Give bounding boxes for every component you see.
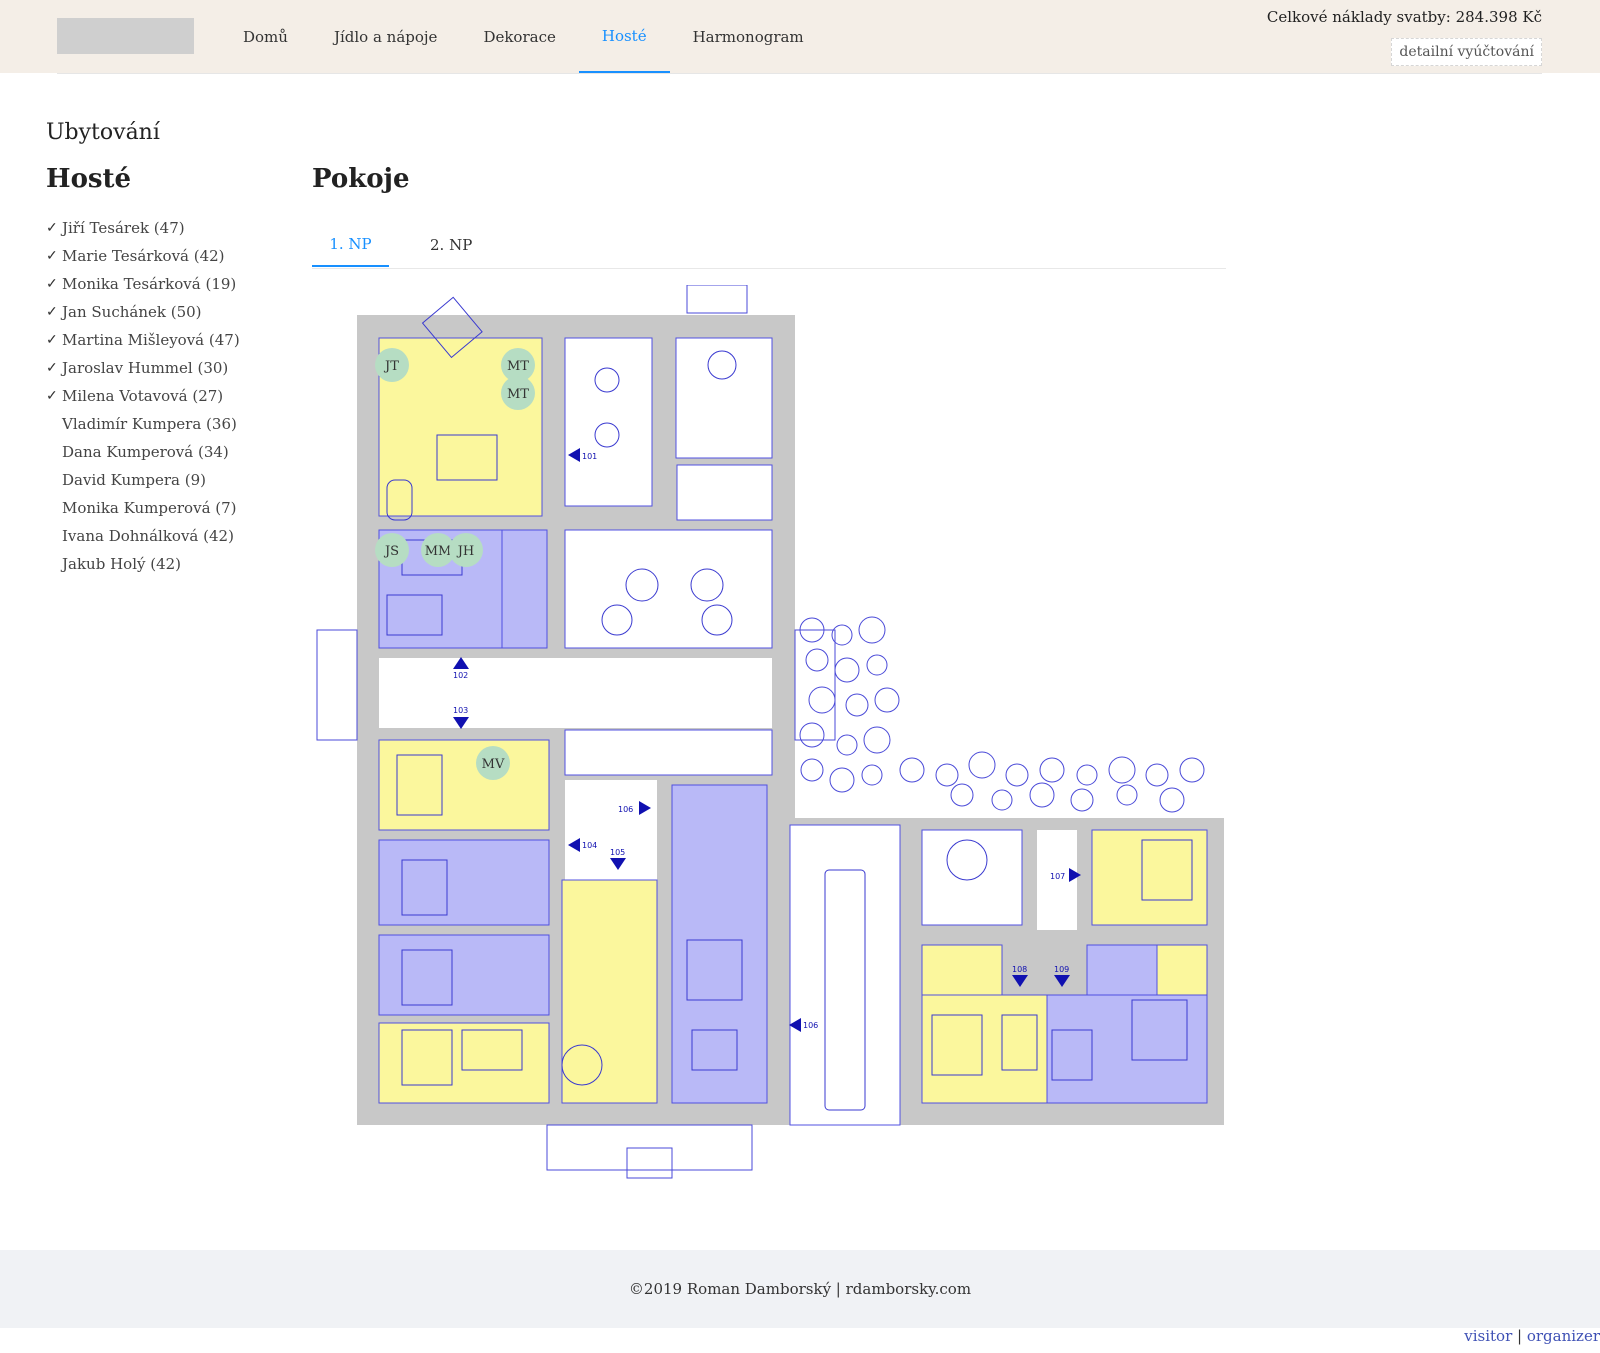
room-label-106-a: 106 [618, 805, 633, 814]
top-header: Domů Jídlo a nápoje Dekorace Hosté Harmo… [0, 0, 1600, 73]
room-109[interactable] [1046, 994, 1208, 1104]
room-label-103: 103 [453, 706, 468, 715]
logo-placeholder[interactable] [57, 18, 194, 54]
guest-name: David Kumpera (9) [62, 471, 206, 489]
room-label-104: 104 [582, 841, 597, 850]
room-108[interactable] [921, 994, 1048, 1104]
guest-item[interactable]: Ivana Dohnálková (42) [46, 522, 240, 550]
guest-marker-mm[interactable]: MM [425, 544, 452, 559]
guest-item[interactable]: ✓ Milena Votavová (27) [46, 382, 240, 410]
guest-marker-mt-2[interactable]: MT [507, 387, 529, 402]
guest-name: Marie Tesárková (42) [62, 247, 225, 265]
room-label-108: 108 [1012, 965, 1027, 974]
rooms-heading: Pokoje [312, 164, 410, 194]
room-label-107: 107 [1050, 872, 1065, 881]
check-icon: ✓ [46, 276, 58, 292]
organizer-link[interactable]: organizer [1527, 1327, 1600, 1345]
guest-name: Ivana Dohnálková (42) [62, 527, 234, 545]
guest-name: Jakub Holý (42) [62, 555, 182, 573]
header-divider [57, 73, 1542, 74]
guest-item[interactable]: David Kumpera (9) [46, 466, 240, 494]
main-nav: Domů Jídlo a nápoje Dekorace Hosté Harmo… [220, 0, 827, 73]
guest-item[interactable]: ✓ Marie Tesárková (42) [46, 242, 240, 270]
guest-name: Jaroslav Hummel (30) [62, 359, 229, 377]
nav-decorations[interactable]: Dekorace [460, 0, 578, 73]
guest-marker-jh[interactable]: JH [456, 544, 475, 559]
tab-floor-1[interactable]: 1. NP [312, 222, 389, 267]
guest-name: Jiří Tesárek (47) [62, 219, 185, 237]
guest-marker-js[interactable]: JS [383, 544, 399, 559]
room-106[interactable] [671, 784, 768, 1104]
guest-item[interactable]: ✓ Jan Suchánek (50) [46, 298, 240, 326]
floor-plan: 101 102 103 104 105 106 107 108 109 106 … [316, 285, 1224, 1179]
guest-name: Jan Suchánek (50) [62, 303, 202, 321]
room-107[interactable] [1091, 829, 1208, 926]
room-label-101: 101 [582, 452, 597, 461]
page-subtitle: Ubytování [46, 120, 160, 145]
check-icon: ✓ [46, 220, 58, 236]
check-icon: ✓ [46, 304, 58, 320]
room-label-109: 109 [1054, 965, 1069, 974]
guest-item[interactable]: Monika Kumperová (7) [46, 494, 240, 522]
guest-name: Monika Tesárková (19) [62, 275, 237, 293]
nav-food-drinks[interactable]: Jídlo a nápoje [311, 0, 460, 73]
guest-list: ✓ Jiří Tesárek (47) ✓ Marie Tesárková (42) ✓… [46, 214, 240, 578]
room-104[interactable] [378, 839, 550, 926]
room-label-106-b: 106 [803, 1021, 818, 1030]
floor-tabs: 1. NP 2. NP [312, 222, 1226, 269]
guest-name: Vladimír Kumpera (36) [62, 415, 237, 433]
guest-name: Monika Kumperová (7) [62, 499, 237, 517]
guest-item[interactable]: Dana Kumperová (34) [46, 438, 240, 466]
guest-marker-mt-1[interactable]: MT [507, 359, 529, 374]
check-icon: ✓ [46, 248, 58, 264]
tab-floor-2[interactable]: 2. NP [430, 222, 472, 267]
nav-home[interactable]: Domů [220, 0, 311, 73]
total-cost: Celkové náklady svatby: 284.398 Kč [1266, 8, 1542, 26]
room-label-102: 102 [453, 671, 468, 680]
guest-item[interactable]: Vladimír Kumpera (36) [46, 410, 240, 438]
role-separator: | [1512, 1327, 1527, 1345]
guest-item[interactable]: ✓ Jiří Tesárek (47) [46, 214, 240, 242]
guest-item[interactable]: Jakub Holý (42) [46, 550, 240, 578]
footer: ©2019 Roman Damborský | rdamborsky.com [0, 1250, 1600, 1328]
footer-copyright: ©2019 Roman Damborský | rdamborsky.com [628, 1280, 972, 1298]
nav-schedule[interactable]: Harmonogram [670, 0, 827, 73]
guest-item[interactable]: ✓ Monika Tesárková (19) [46, 270, 240, 298]
check-icon: ✓ [46, 332, 58, 348]
guest-name: Milena Votavová (27) [62, 387, 224, 405]
guests-heading: Hosté [46, 164, 132, 194]
detail-billing-button[interactable]: detailní vyúčtování [1391, 38, 1542, 66]
room-label-105: 105 [610, 848, 625, 857]
visitor-link[interactable]: visitor [1464, 1327, 1512, 1345]
guest-item[interactable]: ✓ Martina Mišleyová (47) [46, 326, 240, 354]
guest-marker-jt[interactable]: JT [383, 359, 399, 374]
guest-marker-mv[interactable]: MV [482, 757, 505, 772]
check-icon: ✓ [46, 360, 58, 376]
guest-name: Martina Mišleyová (47) [62, 331, 240, 349]
check-icon: ✓ [46, 388, 58, 404]
role-switch: visitor | organizer [1464, 1327, 1600, 1345]
room-105[interactable] [561, 879, 658, 1104]
nav-guests[interactable]: Hosté [578, 0, 670, 73]
guest-item[interactable]: ✓ Jaroslav Hummel (30) [46, 354, 240, 382]
room-103[interactable] [378, 739, 550, 831]
guest-name: Dana Kumperová (34) [62, 443, 229, 461]
